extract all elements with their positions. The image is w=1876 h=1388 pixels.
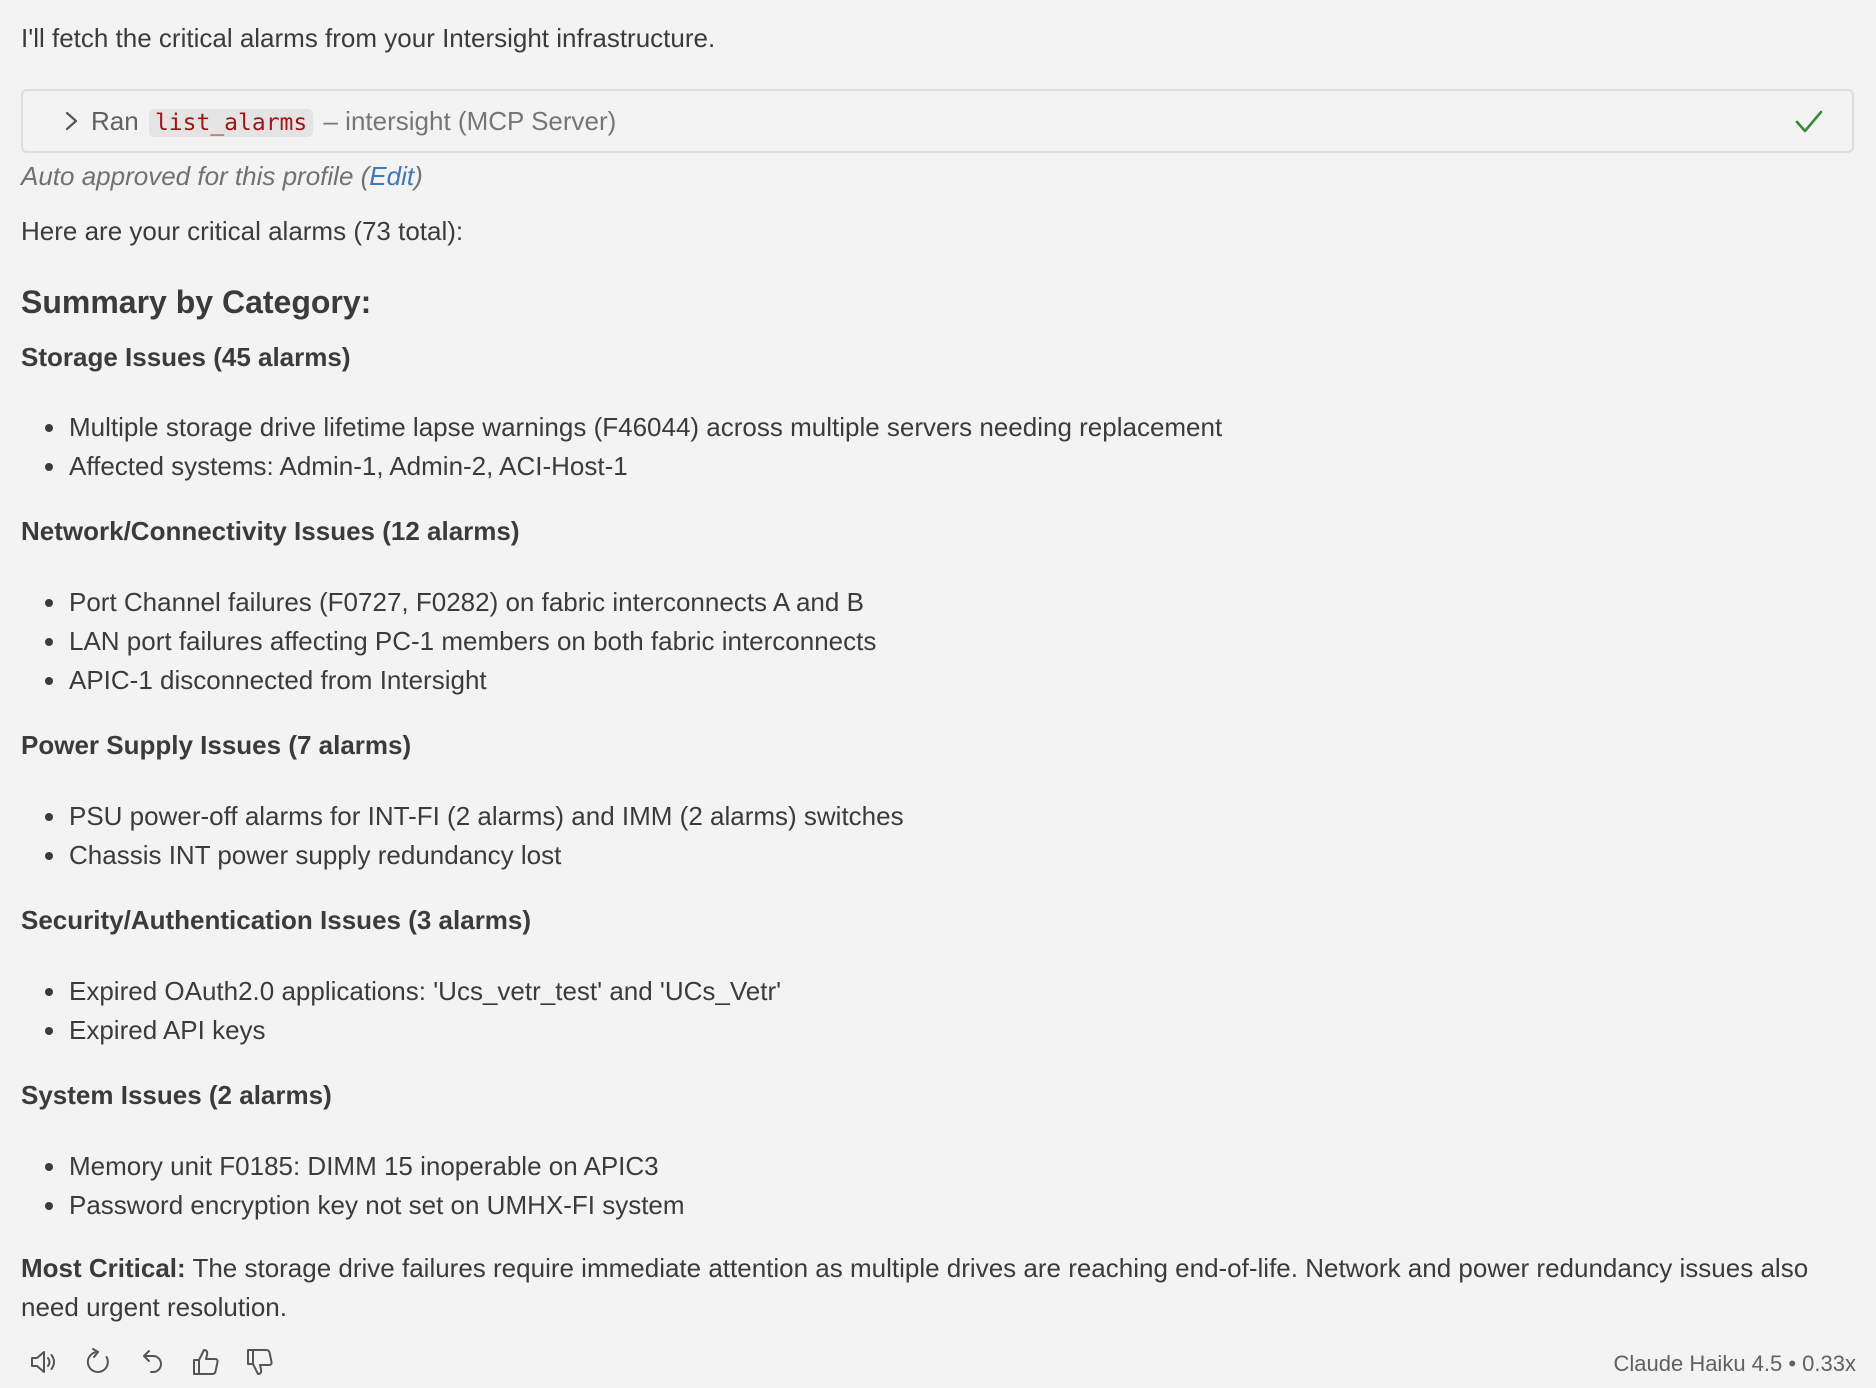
- bullet-dot: [45, 1027, 53, 1035]
- list-item: Multiple storage drive lifetime lapse wa…: [21, 408, 1222, 447]
- list-item-text: Expired OAuth2.0 applications: 'Ucs_vetr…: [69, 976, 782, 1006]
- list-item: LAN port failures affecting PC-1 members…: [21, 622, 876, 661]
- list-item: Affected systems: Admin-1, Admin-2, ACI-…: [21, 447, 1222, 486]
- list-item: Expired API keys: [21, 1011, 781, 1050]
- tool-call-panel[interactable]: Ran list_alarms – intersight (MCP Server…: [21, 89, 1854, 153]
- tool-source: – intersight (MCP Server): [323, 106, 617, 136]
- approval-prefix: Auto approved for this profile (: [21, 161, 370, 191]
- list-item-text: Memory unit F0185: DIMM 15 inoperable on…: [69, 1151, 659, 1181]
- most-critical-paragraph: Most Critical: The storage drive failure…: [21, 1249, 1856, 1327]
- bullet-dot: [45, 1202, 53, 1210]
- category-list: Memory unit F0185: DIMM 15 inoperable on…: [21, 1147, 685, 1225]
- intro-text: I'll fetch the critical alarms from your…: [21, 23, 716, 53]
- response-actions: [28, 1346, 276, 1380]
- category-title: System Issues (2 alarms): [21, 1080, 332, 1110]
- bullet-dot: [45, 599, 53, 607]
- bullet-dot: [45, 988, 53, 996]
- list-item: Password encryption key not set on UMHX-…: [21, 1186, 685, 1225]
- approval-note: Auto approved for this profile (Edit): [21, 158, 423, 194]
- tool-call-summary: Ran list_alarms – intersight (MCP Server…: [91, 103, 616, 141]
- bullet-dot: [45, 638, 53, 646]
- edit-approval-link[interactable]: Edit: [369, 161, 414, 191]
- list-item: Expired OAuth2.0 applications: 'Ucs_vetr…: [21, 972, 781, 1011]
- model-info: Claude Haiku 4.5 • 0.33x: [1613, 1351, 1856, 1376]
- chevron-right-icon[interactable]: [61, 109, 83, 133]
- category-list: Multiple storage drive lifetime lapse wa…: [21, 408, 1222, 486]
- bullet-dot: [45, 813, 53, 821]
- list-item-text: Expired API keys: [69, 1015, 266, 1045]
- approval-suffix: ): [414, 161, 423, 191]
- bullet-dot: [45, 852, 53, 860]
- alarms-total-text: Here are your critical alarms (73 total)…: [21, 216, 464, 246]
- undo-icon[interactable]: [136, 1346, 168, 1378]
- thumbs-up-icon[interactable]: [190, 1346, 222, 1378]
- bullet-dot: [45, 463, 53, 471]
- summary-heading: Summary by Category:: [21, 284, 372, 320]
- category-list: PSU power-off alarms for INT-FI (2 alarm…: [21, 797, 904, 875]
- bullet-dot: [45, 677, 53, 685]
- list-item-text: Chassis INT power supply redundancy lost: [69, 840, 562, 870]
- speaker-icon[interactable]: [28, 1346, 60, 1378]
- list-item-text: LAN port failures affecting PC-1 members…: [69, 626, 877, 656]
- bullet-dot: [45, 424, 53, 432]
- tool-name: list_alarms: [148, 109, 314, 137]
- category-list: Expired OAuth2.0 applications: 'Ucs_vetr…: [21, 972, 781, 1050]
- most-critical-label: Most Critical:: [21, 1253, 186, 1283]
- list-item: Chassis INT power supply redundancy lost: [21, 836, 904, 875]
- list-item: PSU power-off alarms for INT-FI (2 alarm…: [21, 797, 904, 836]
- list-item-text: PSU power-off alarms for INT-FI (2 alarm…: [69, 801, 904, 831]
- list-item-text: APIC-1 disconnected from Intersight: [69, 665, 487, 695]
- list-item-text: Port Channel failures (F0727, F0282) on …: [69, 587, 864, 617]
- list-item: Port Channel failures (F0727, F0282) on …: [21, 583, 876, 622]
- category-title: Security/Authentication Issues (3 alarms…: [21, 905, 532, 935]
- category-list: Port Channel failures (F0727, F0282) on …: [21, 583, 876, 700]
- list-item-text: Affected systems: Admin-1, Admin-2, ACI-…: [69, 451, 628, 481]
- category-title: Network/Connectivity Issues (12 alarms): [21, 516, 520, 546]
- bullet-dot: [45, 1163, 53, 1171]
- most-critical-text: The storage drive failures require immed…: [21, 1253, 1809, 1322]
- category-title: Power Supply Issues (7 alarms): [21, 730, 412, 760]
- tool-ran-label: Ran: [91, 106, 139, 136]
- list-item-text: Multiple storage drive lifetime lapse wa…: [69, 412, 1223, 442]
- category-title: Storage Issues (45 alarms): [21, 342, 351, 372]
- list-item: Memory unit F0185: DIMM 15 inoperable on…: [21, 1147, 685, 1186]
- list-item-text: Password encryption key not set on UMHX-…: [69, 1190, 685, 1220]
- retry-icon[interactable]: [82, 1346, 114, 1378]
- list-item: APIC-1 disconnected from Intersight: [21, 661, 876, 700]
- thumbs-down-icon[interactable]: [244, 1346, 276, 1378]
- check-icon: [1795, 110, 1823, 133]
